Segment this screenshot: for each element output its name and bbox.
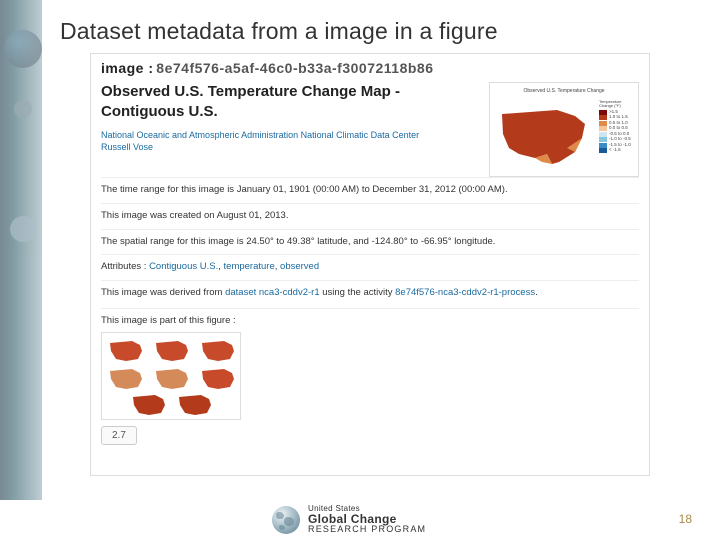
map-thumbnail[interactable]: Observed U.S. Temperature Change Tempera…: [489, 82, 639, 177]
credits: National Oceanic and Atmospheric Adminis…: [101, 129, 479, 154]
us-map-icon: [497, 104, 597, 168]
figure-number-badge[interactable]: 2.7: [101, 426, 137, 446]
org-link[interactable]: National Oceanic and Atmospheric Adminis…: [101, 130, 419, 140]
decorative-left-strip: [0, 0, 42, 540]
metadata-panel: image : 8e74f576-a5af-46c0-b33a-f3007211…: [90, 53, 650, 476]
map-thumb-title: Observed U.S. Temperature Change: [493, 88, 635, 94]
image-title: Observed U.S. Temperature Change Map - C…: [101, 82, 479, 123]
globe-icon: [272, 506, 300, 534]
meta-time-range: The time range for this image is January…: [101, 177, 639, 203]
activity-link[interactable]: 8e74f576-nca3-cddv2-r1-process: [395, 287, 535, 298]
meta-derived: This image was derived from dataset nca3…: [101, 280, 639, 306]
image-header: image : 8e74f576-a5af-46c0-b33a-f3007211…: [101, 60, 639, 76]
attr-link[interactable]: Contiguous U.S.: [149, 261, 218, 272]
person-link[interactable]: Russell Vose: [101, 142, 153, 152]
slide-footer: United States Global Change RESEARCH PRO…: [0, 500, 720, 540]
meta-figure: This image is part of this figure : 2.7: [101, 308, 639, 451]
program-logo: United States Global Change RESEARCH PRO…: [272, 505, 426, 534]
dataset-link[interactable]: dataset nca3-cddv2-r1: [225, 287, 320, 298]
attr-link[interactable]: observed: [280, 261, 319, 272]
page-number: 18: [679, 512, 692, 526]
image-label: image :: [101, 60, 154, 76]
attr-link[interactable]: temperature: [224, 261, 275, 272]
slide-title: Dataset metadata from a image in a figur…: [60, 18, 498, 45]
meta-attributes: Attributes : Contiguous U.S., temperatur…: [101, 254, 639, 280]
meta-spatial: The spatial range for this image is 24.5…: [101, 229, 639, 255]
figure-thumbnail[interactable]: [101, 332, 241, 420]
meta-created: This image was created on August 01, 201…: [101, 203, 639, 229]
logo-line3: RESEARCH PROGRAM: [308, 525, 426, 534]
map-legend: Temperature Change (°F) >1.5 1.0 to 1.5 …: [599, 100, 633, 154]
image-id: 8e74f576-a5af-46c0-b33a-f30072118b86: [156, 60, 433, 76]
